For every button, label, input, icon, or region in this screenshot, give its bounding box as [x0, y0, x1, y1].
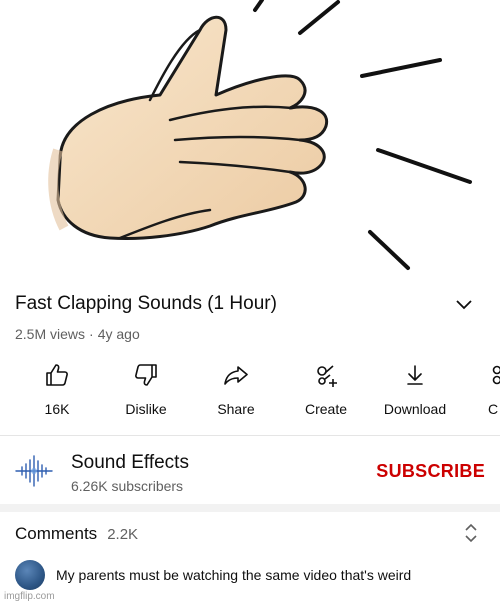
- thumbs-up-icon: [46, 364, 68, 386]
- upload-age: 4y ago: [97, 326, 140, 342]
- section-divider: [0, 504, 500, 512]
- comments-header: Comments 2.2K: [15, 524, 138, 544]
- create-icon: [317, 365, 337, 387]
- clapping-hands-illustration: [48, 0, 472, 270]
- channel-row[interactable]: Sound Effects 6.26K subscribers SUBSCRIB…: [0, 437, 500, 502]
- create-button[interactable]: Create: [278, 362, 374, 424]
- video-title: Fast Clapping Sounds (1 Hour): [15, 293, 277, 314]
- chevron-down-icon[interactable]: [455, 299, 473, 311]
- view-count: 2.5M views: [15, 326, 86, 342]
- like-count: 16K: [44, 401, 70, 417]
- commenter-avatar[interactable]: [15, 560, 45, 590]
- share-label: Share: [217, 401, 255, 417]
- dislike-label: Dislike: [125, 401, 167, 417]
- subscribe-button[interactable]: SUBSCRIBE: [376, 461, 485, 482]
- dislike-button[interactable]: Dislike: [98, 362, 194, 424]
- subscriber-count: 6.26K subscribers: [71, 478, 184, 494]
- top-comment-text: My parents must be watching the same vid…: [56, 567, 412, 583]
- like-button[interactable]: 16K: [9, 362, 105, 424]
- video-title-row[interactable]: Fast Clapping Sounds (1 Hour): [15, 289, 485, 319]
- clip-label: C: [487, 401, 499, 417]
- channel-avatar[interactable]: [12, 451, 56, 491]
- thumbs-down-icon: [135, 364, 157, 386]
- video-thumbnail[interactable]: [0, 0, 500, 272]
- divider: [0, 435, 500, 436]
- share-button[interactable]: Share: [188, 362, 284, 424]
- video-meta: 2.5M views · 4y ago: [15, 326, 140, 342]
- comments-title: Comments: [15, 524, 98, 543]
- watermark: imgflip.com: [4, 591, 55, 602]
- clip-icon: [492, 365, 500, 385]
- clip-button[interactable]: C: [445, 362, 500, 424]
- expand-collapse-icon[interactable]: [464, 522, 478, 544]
- comments-panel[interactable]: Comments 2.2K My parents must be watching…: [0, 512, 500, 605]
- create-label: Create: [304, 401, 348, 417]
- comments-count: 2.2K: [107, 526, 139, 543]
- action-bar: 16K Dislike Share Create Download C: [0, 362, 500, 424]
- download-icon: [407, 365, 423, 385]
- channel-name[interactable]: Sound Effects: [71, 452, 189, 474]
- meta-separator: ·: [89, 326, 94, 342]
- share-icon: [224, 366, 248, 385]
